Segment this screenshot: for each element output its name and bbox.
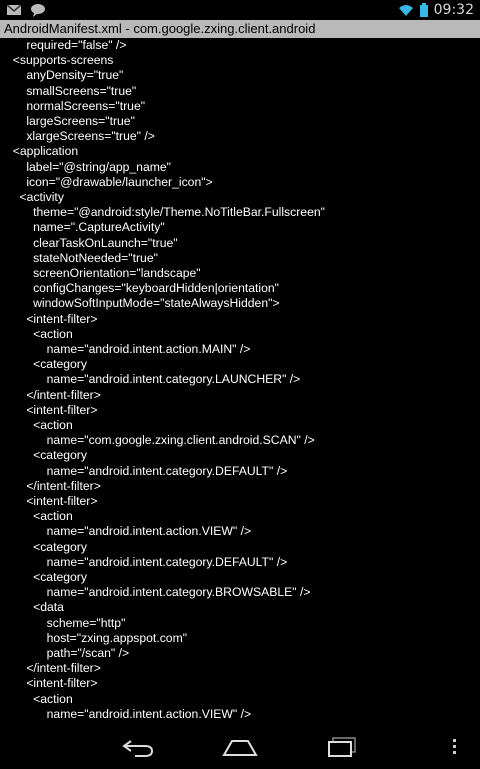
code-line: name="android.intent.category.DEFAULT" /… bbox=[6, 463, 288, 478]
code-line: xlargeScreens="true" /> bbox=[6, 129, 155, 144]
code-line: name=".CaptureActivity" bbox=[6, 220, 165, 235]
recent-apps-icon[interactable] bbox=[322, 733, 362, 761]
code-line: screenOrientation="landscape" bbox=[6, 266, 201, 280]
code-line: name="android.intent.category.BROWSABLE"… bbox=[6, 585, 311, 600]
battery-icon bbox=[419, 3, 428, 17]
code-line: label="@string/app_name" bbox=[6, 159, 171, 174]
code-line: <application bbox=[6, 144, 79, 159]
code-line: name="com.google.zxing.client.android.SC… bbox=[6, 433, 315, 448]
menu-icon[interactable] bbox=[440, 733, 470, 761]
code-line: name="android.intent.category.LAUNCHER" … bbox=[6, 372, 301, 387]
code-line: <action bbox=[6, 509, 73, 524]
code-line: name="android.intent.action.MAIN" /> bbox=[6, 342, 251, 356]
clock: 09:32 bbox=[433, 2, 474, 18]
code-line: <supports-screens bbox=[6, 53, 114, 68]
code-line: smallScreens="true" bbox=[6, 83, 137, 98]
code-line: <activity bbox=[6, 190, 64, 204]
code-line: largeScreens="true" bbox=[6, 114, 135, 128]
code-line: path="/scan" /> bbox=[6, 646, 130, 660]
code-line: <action bbox=[6, 691, 73, 706]
code-line: scheme="http" bbox=[6, 615, 126, 630]
status-bar: 09:32 bbox=[0, 0, 480, 20]
back-icon[interactable] bbox=[118, 733, 158, 761]
code-line: icon="@drawable/launcher_icon"> bbox=[6, 174, 213, 189]
code-line: theme="@android:style/Theme.NoTitleBar.F… bbox=[6, 205, 325, 220]
code-line: clearTaskOnLaunch="true" bbox=[6, 235, 178, 250]
code-line: name="android.intent.action.VIEW" /> bbox=[6, 524, 252, 539]
code-line: <action bbox=[6, 418, 73, 432]
code-line: <action bbox=[6, 326, 73, 341]
code-line: name="android.intent.action.VIEW" /> bbox=[6, 706, 252, 721]
code-view[interactable]: required="false" /> <supports-screens an… bbox=[0, 38, 480, 721]
code-line: stateNotNeeded="true" bbox=[6, 250, 158, 265]
window-title: AndroidManifest.xml - com.google.zxing.c… bbox=[0, 20, 480, 38]
navigation-bar bbox=[0, 725, 480, 769]
code-line: windowSoftInputMode="stateAlwaysHidden"> bbox=[6, 296, 280, 311]
code-line: <category bbox=[6, 448, 87, 463]
code-line: </intent-filter> bbox=[6, 478, 101, 493]
wifi-icon bbox=[398, 3, 414, 17]
code-line: <category bbox=[6, 539, 87, 554]
code-line: <intent-filter> bbox=[6, 311, 98, 326]
code-line: <category bbox=[6, 357, 87, 372]
code-line: </intent-filter> bbox=[6, 387, 101, 402]
code-line: <intent-filter> bbox=[6, 676, 98, 691]
bubble-icon bbox=[30, 3, 46, 17]
code-line: anyDensity="true" bbox=[6, 68, 124, 83]
code-line: <intent-filter> bbox=[6, 402, 98, 417]
code-line: <intent-filter> bbox=[6, 494, 98, 508]
code-line: </intent-filter> bbox=[6, 661, 101, 676]
code-line: <data bbox=[6, 600, 64, 615]
code-line: required="false" /> bbox=[6, 38, 127, 52]
home-icon[interactable] bbox=[220, 733, 260, 761]
code-line: normalScreens="true" bbox=[6, 98, 146, 113]
code-line: host="zxing.appspot.com" bbox=[6, 630, 188, 645]
code-line: configChanges="keyboardHidden|orientatio… bbox=[6, 281, 280, 296]
code-line: <category bbox=[6, 570, 87, 584]
code-line: name="android.intent.category.DEFAULT" /… bbox=[6, 554, 288, 569]
mail-icon bbox=[6, 3, 22, 17]
